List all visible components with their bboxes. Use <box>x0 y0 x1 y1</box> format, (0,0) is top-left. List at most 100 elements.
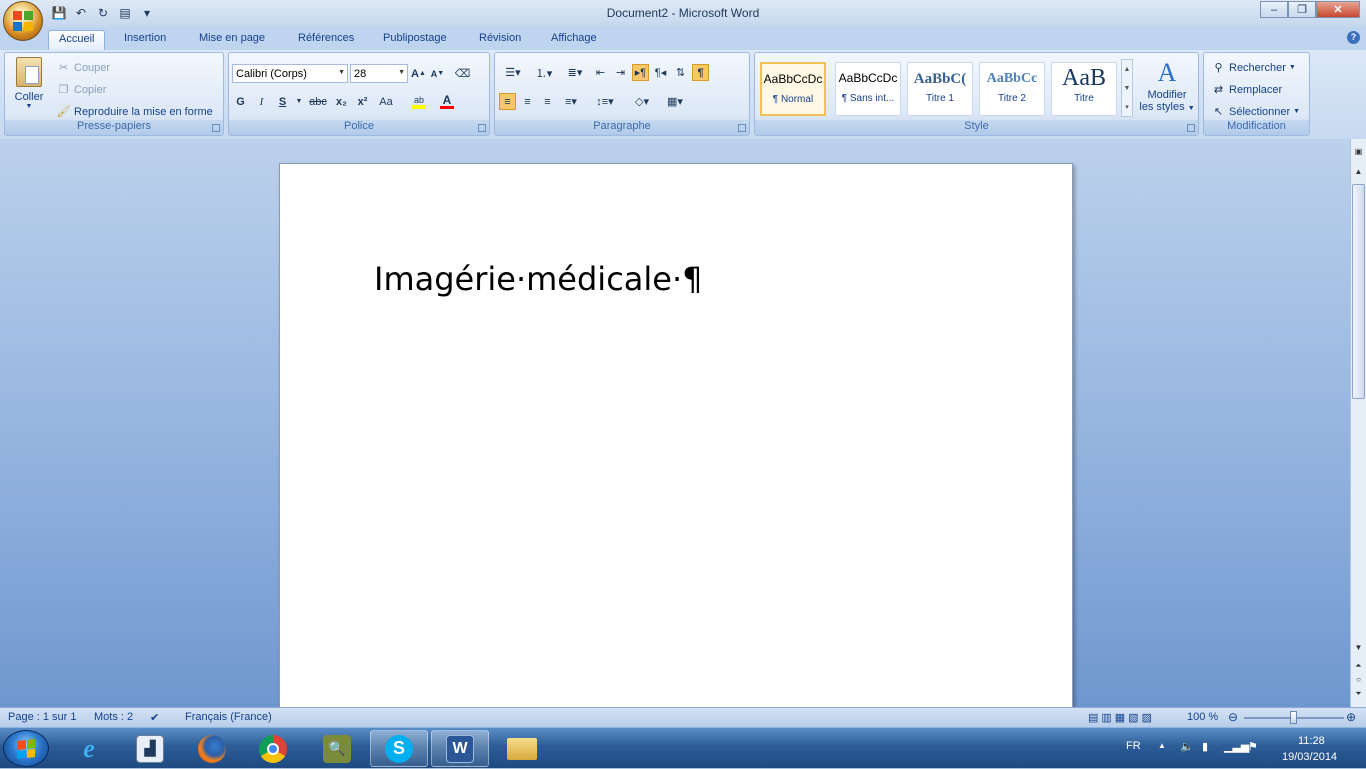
strikethrough-button[interactable]: abc <box>307 93 329 110</box>
input-language[interactable]: FR <box>1126 740 1141 752</box>
show-hidden-icons-icon[interactable]: ▲ <box>1158 741 1166 750</box>
clock-date[interactable]: 19/03/2014 <box>1282 751 1337 763</box>
network-icon[interactable]: ▁▃▅ <box>1224 740 1249 753</box>
find-button[interactable]: Rechercher ▼ <box>1229 62 1296 74</box>
taskbar-search-tool[interactable]: 🔍 <box>308 730 366 767</box>
align-left-icon[interactable]: ≡ <box>499 93 516 110</box>
change-styles-button[interactable]: A Modifier les styles ▼ <box>1137 57 1197 113</box>
style-normal[interactable]: AaBbCcDc ¶ Normal <box>760 62 826 116</box>
power-icon[interactable]: ▮ <box>1202 740 1208 753</box>
zoom-in-icon[interactable]: ⊕ <box>1346 710 1356 724</box>
taskbar-chrome[interactable] <box>244 730 302 767</box>
shrink-font-icon[interactable]: A ▼ <box>429 65 446 82</box>
font-name-combo[interactable]: Calibri (Corps) ▼ <box>232 64 348 83</box>
tab-insertion[interactable]: Insertion <box>114 30 176 50</box>
taskbar-explorer[interactable] <box>493 730 551 767</box>
change-styles-icon: A <box>1157 58 1177 87</box>
taskbar-internet-explorer[interactable]: e <box>60 730 118 767</box>
dialog-launcher-icon[interactable] <box>212 124 220 132</box>
cut-button[interactable]: Couper <box>74 62 110 74</box>
action-center-icon[interactable]: ⚑ <box>1248 740 1258 753</box>
scroll-thumb[interactable] <box>1352 184 1365 399</box>
zoom-slider-thumb[interactable] <box>1290 711 1297 724</box>
page-count[interactable]: Page : 1 sur 1 <box>8 711 77 723</box>
style-titre[interactable]: AaB Titre <box>1051 62 1117 116</box>
grow-font-icon[interactable]: A ▲ <box>410 65 427 82</box>
align-right-icon[interactable]: ≡ <box>539 93 556 110</box>
subscript-button[interactable]: x₂ <box>333 93 350 110</box>
superscript-button[interactable]: x² <box>354 93 371 110</box>
proofing-icon[interactable]: ✔ <box>150 711 159 724</box>
clock-time[interactable]: 11:28 <box>1298 735 1325 747</box>
style-sans-interligne[interactable]: AaBbCcDc ¶ Sans int... <box>835 62 901 116</box>
numbering-icon[interactable]: ⒈▾ <box>530 64 558 81</box>
tab-publipostage[interactable]: Publipostage <box>373 30 457 50</box>
zoom-out-icon[interactable]: ⊖ <box>1228 710 1238 724</box>
taskbar-skype[interactable]: S <box>370 730 428 767</box>
app-window-icon: ▟ <box>136 734 164 763</box>
taskbar-firefox[interactable] <box>183 730 241 767</box>
minimize-button[interactable]: – <box>1260 1 1288 18</box>
format-painter-button[interactable]: Reproduire la mise en forme <box>74 106 213 118</box>
next-page-icon[interactable]: ⏷ <box>1351 689 1366 703</box>
scroll-up-icon[interactable]: ▲ <box>1351 167 1366 181</box>
maximize-button[interactable]: ❐ <box>1288 1 1316 18</box>
decrease-indent-icon[interactable]: ⇤ <box>592 64 609 81</box>
bold-button[interactable]: G <box>232 93 249 110</box>
underline-dropdown-icon[interactable]: ▼ <box>295 93 303 110</box>
clear-format-icon[interactable]: ⌫ <box>454 65 471 82</box>
select-button[interactable]: Sélectionner ▼ <box>1229 106 1300 118</box>
word-count[interactable]: Mots : 2 <box>94 711 133 723</box>
zoom-level[interactable]: 100 % <box>1187 711 1218 723</box>
document-text[interactable]: Imagérie·médicale·¶ <box>374 260 703 298</box>
tab-accueil[interactable]: Accueil <box>48 30 106 50</box>
browse-object-icon[interactable]: ○ <box>1351 675 1366 689</box>
italic-button[interactable]: I <box>253 93 270 110</box>
folder-icon <box>507 737 537 760</box>
tab-references[interactable]: Références <box>288 30 364 50</box>
vertical-scrollbar[interactable]: ▣ ▲ ▼ ⏶ ○ ⏷ <box>1350 139 1366 707</box>
help-icon[interactable]: ? <box>1347 31 1360 44</box>
office-button[interactable] <box>3 1 43 41</box>
taskbar-app-2[interactable]: ▟ <box>121 730 179 767</box>
tab-mise-en-page[interactable]: Mise en page <box>189 30 275 50</box>
close-button[interactable]: ✕ <box>1316 1 1360 18</box>
style-titre-2[interactable]: AaBbCc Titre 2 <box>979 62 1045 116</box>
justify-icon[interactable]: ≡▾ <box>559 93 583 110</box>
dialog-launcher-icon[interactable] <box>738 124 746 132</box>
rtl-icon[interactable]: ¶◂ <box>652 64 669 81</box>
document-page[interactable]: Imagérie·médicale·¶ <box>279 163 1073 723</box>
view-buttons[interactable]: ▤▥▦▧▨ <box>1088 711 1155 724</box>
multilevel-list-icon[interactable]: ≣▾ <box>561 64 589 81</box>
sort-icon[interactable]: ⇅ <box>672 64 689 81</box>
highlight-button[interactable]: ab <box>407 93 431 110</box>
font-color-button[interactable]: A <box>435 93 459 110</box>
volume-icon[interactable]: 🔈 <box>1180 740 1194 753</box>
align-center-icon[interactable]: ≡ <box>519 93 536 110</box>
increase-indent-icon[interactable]: ⇥ <box>612 64 629 81</box>
line-spacing-icon[interactable]: ↕≡▾ <box>590 93 620 110</box>
paste-button[interactable]: Coller ▼ <box>11 57 47 117</box>
show-marks-button[interactable]: ¶ <box>692 64 709 81</box>
dialog-launcher-icon[interactable] <box>478 124 486 132</box>
ltr-icon[interactable]: ▸¶ <box>632 64 649 81</box>
tab-affichage[interactable]: Affichage <box>541 30 607 50</box>
taskbar-word[interactable]: W <box>431 730 489 767</box>
underline-button[interactable]: S <box>274 93 291 110</box>
bullets-icon[interactable]: ☰▾ <box>499 64 527 81</box>
borders-icon[interactable]: ▦▾ <box>660 93 690 110</box>
change-case-button[interactable]: Aa <box>375 93 397 110</box>
dialog-launcher-icon[interactable] <box>1187 124 1195 132</box>
copy-button[interactable]: Copier <box>74 84 106 96</box>
scroll-down-icon[interactable]: ▼ <box>1351 643 1366 657</box>
tab-revision[interactable]: Révision <box>469 30 531 50</box>
style-titre-1[interactable]: AaBbC( Titre 1 <box>907 62 973 116</box>
start-button[interactable] <box>3 730 49 767</box>
ruler-toggle-icon[interactable]: ▣ <box>1351 147 1366 161</box>
replace-button[interactable]: Remplacer <box>1229 84 1282 96</box>
font-size-combo[interactable]: 28 ▼ <box>350 64 408 83</box>
shading-icon[interactable]: ◇▾ <box>627 93 657 110</box>
styles-scroll[interactable]: ▲ ▼ ▾ <box>1121 59 1133 117</box>
language-status[interactable]: Français (France) <box>185 711 272 723</box>
previous-page-icon[interactable]: ⏶ <box>1351 661 1366 675</box>
